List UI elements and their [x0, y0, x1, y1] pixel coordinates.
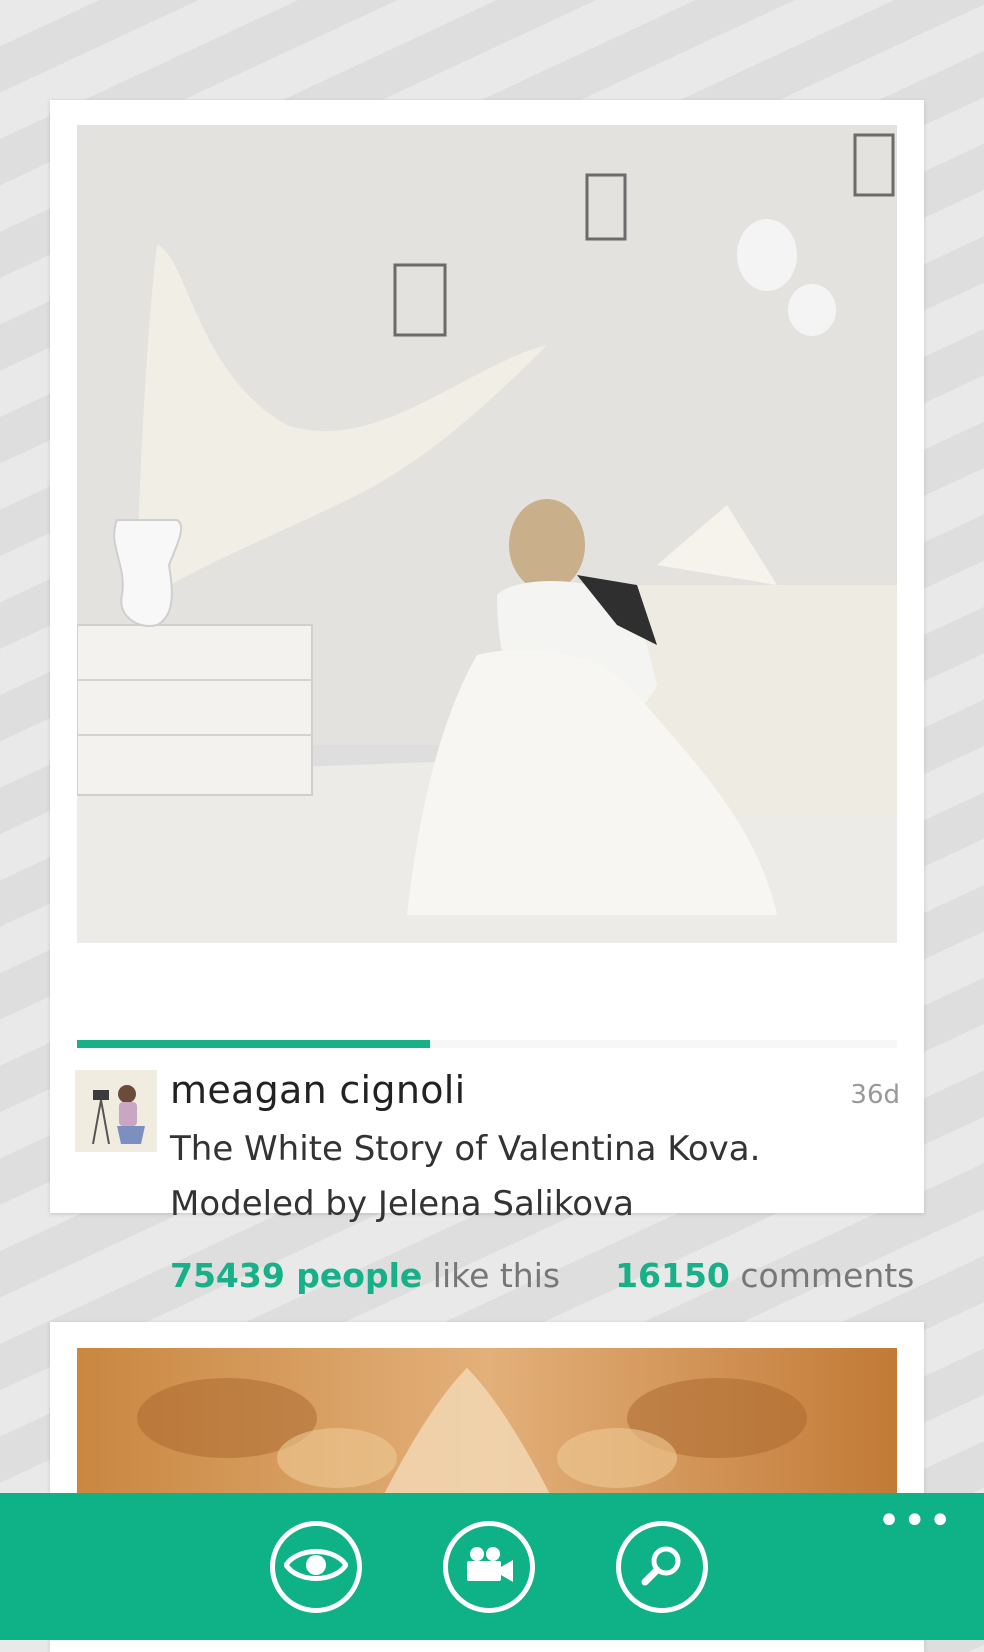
post-video-thumbnail[interactable]: [77, 1348, 897, 1508]
post-card: meagan cignoli 36d The White Story of Va…: [50, 100, 924, 1295]
capture-video-button[interactable]: [443, 1521, 535, 1613]
eye-icon: [282, 1545, 350, 1589]
more-options-icon[interactable]: •••: [877, 1501, 954, 1541]
post-video-thumbnail[interactable]: [77, 125, 897, 943]
video-camera-icon: [463, 1545, 515, 1589]
comments-label: comments: [740, 1256, 915, 1295]
post-caption: The White Story of Valentina Kova. Model…: [170, 1122, 890, 1232]
search-icon: [640, 1543, 684, 1591]
post-age: 36d: [850, 1080, 900, 1110]
video-progress-bar[interactable]: [77, 1040, 897, 1048]
likes-label: like this: [432, 1256, 561, 1295]
app-bar: •••: [0, 1493, 984, 1640]
post-stats: 75439 people like this 16150 comments: [170, 1256, 914, 1295]
likes-count[interactable]: 75439 people: [170, 1256, 422, 1295]
author-name[interactable]: meagan cignoli: [170, 1068, 465, 1112]
caption-line: The White Story of Valentina Kova.: [170, 1129, 761, 1169]
popular-button[interactable]: [270, 1521, 362, 1613]
caption-line: Modeled by Jelena Salikova: [170, 1184, 634, 1224]
comments-count[interactable]: 16150: [615, 1256, 730, 1295]
video-progress-fill: [77, 1040, 430, 1048]
search-button[interactable]: [616, 1521, 708, 1613]
author-avatar[interactable]: [75, 1070, 157, 1152]
